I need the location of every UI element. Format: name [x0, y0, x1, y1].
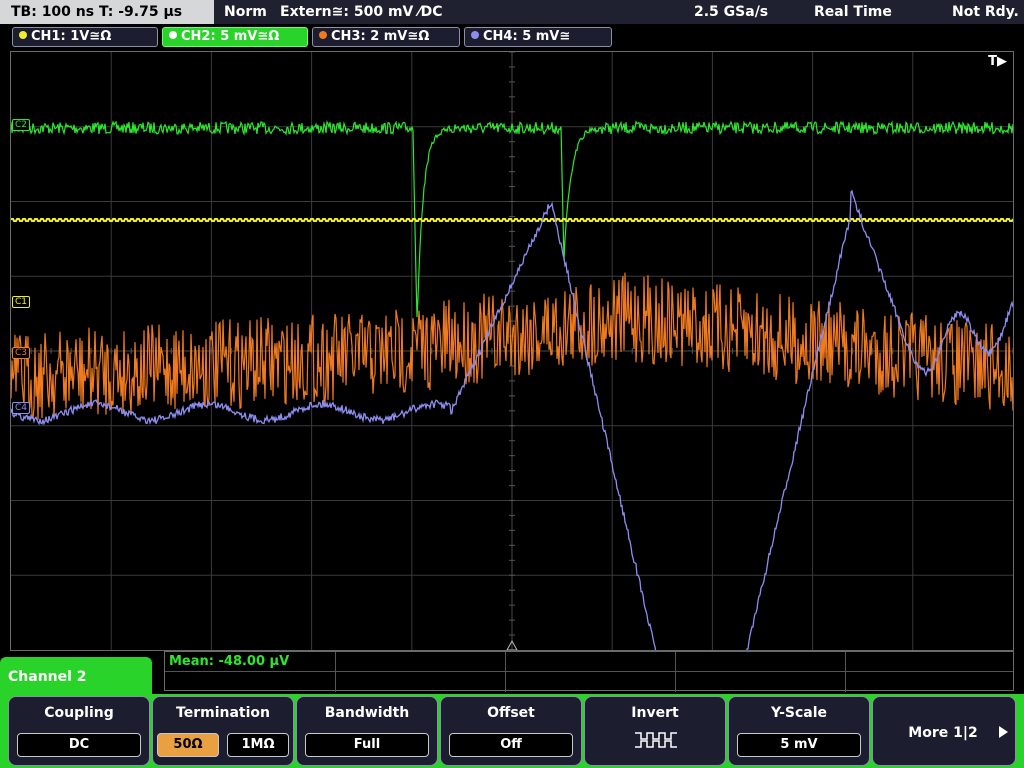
termination-title: Termination	[176, 705, 270, 721]
tab-ch3-label: CH3: 2 mV≅Ω	[331, 29, 430, 44]
tab-ch2[interactable]: CH2: 5 mV≅Ω	[162, 27, 308, 47]
measurement-row	[165, 652, 1013, 672]
ch4-trace	[11, 189, 1013, 650]
trigger-source[interactable]: Extern≅: 500 mV ⁄DC	[280, 0, 442, 24]
meas-divider	[845, 652, 846, 692]
invert-title: Invert	[631, 705, 679, 721]
yscale-softkey[interactable]: Y-Scale 5 mV	[728, 696, 870, 766]
measurement-panel: Mean: -48.00 µV	[164, 651, 1014, 692]
tab-ch3[interactable]: CH3: 2 mV≅Ω	[312, 27, 460, 47]
invert-softkey[interactable]: Invert	[584, 696, 726, 766]
ch3-offset-marker[interactable]: C3	[12, 347, 31, 359]
yscale-title: Y-Scale	[770, 705, 827, 721]
acquisition-status: Not Rdy.	[952, 4, 1019, 20]
ch1-color-dot	[19, 31, 27, 39]
offset-softkey[interactable]: Offset Off	[440, 696, 582, 766]
ch3-trace	[11, 272, 1013, 420]
meas-divider	[675, 652, 676, 692]
coupling-value[interactable]: DC	[17, 733, 141, 757]
waveform-display[interactable]: T▶ C2 C1 C3 C4	[10, 51, 1014, 651]
ch3-color-dot	[319, 31, 327, 39]
bandwidth-softkey[interactable]: Bandwidth Full	[296, 696, 438, 766]
trigger-mode[interactable]: Norm	[224, 0, 267, 24]
tab-ch1[interactable]: CH1: 1V≅Ω	[12, 27, 158, 47]
more-softkey[interactable]: More 1|2	[872, 696, 1016, 766]
trigger-position-flag: T▶	[988, 54, 1007, 69]
meas-divider	[335, 652, 336, 692]
status-bar: TB: 100 ns T: -9.75 µs Norm Extern≅: 500…	[0, 0, 1024, 24]
channel-tabs: CH1: 1V≅Ω CH2: 5 mV≅Ω CH3: 2 mV≅Ω CH4: 5…	[0, 24, 1024, 50]
softkey-bar: Coupling DC Termination 50Ω 1MΩ Bandwidt…	[0, 694, 1024, 768]
mean-measurement: Mean: -48.00 µV	[169, 654, 290, 669]
bandwidth-title: Bandwidth	[324, 705, 410, 721]
timebase-readout[interactable]: TB: 100 ns T: -9.75 µs	[0, 0, 214, 24]
ch1-offset-marker[interactable]: C1	[12, 296, 31, 308]
bandwidth-value[interactable]: Full	[305, 733, 429, 757]
invert-waveform-icon	[635, 732, 677, 748]
acquisition-mode: Real Time	[814, 4, 892, 20]
waveform-traces	[11, 120, 1013, 650]
arrow-right-icon	[999, 726, 1008, 738]
coupling-softkey[interactable]: Coupling DC	[8, 696, 150, 766]
yscale-value[interactable]: 5 mV	[737, 733, 861, 757]
ch2-color-dot	[169, 31, 177, 39]
ch4-color-dot	[471, 31, 479, 39]
offset-value[interactable]: Off	[449, 733, 573, 757]
meas-divider	[505, 652, 506, 692]
tab-ch4[interactable]: CH4: 5 mV≅	[464, 27, 612, 47]
ch1-trace	[11, 218, 1013, 222]
ch4-offset-marker[interactable]: C4	[12, 402, 31, 414]
sample-rate: 2.5 GSa/s	[694, 4, 769, 20]
termination-1-megaohm[interactable]: 1MΩ	[227, 733, 289, 757]
more-label: More 1|2	[908, 725, 978, 741]
termination-softkey[interactable]: Termination 50Ω 1MΩ	[152, 696, 294, 766]
tab-ch2-label: CH2: 5 mV≅Ω	[181, 29, 280, 44]
termination-50-ohm[interactable]: 50Ω	[157, 733, 219, 757]
offset-title: Offset	[487, 705, 535, 721]
tab-ch1-label: CH1: 1V≅Ω	[31, 29, 112, 44]
ch2-offset-marker[interactable]: C2	[12, 119, 31, 131]
coupling-title: Coupling	[44, 705, 114, 721]
tab-ch4-label: CH4: 5 mV≅	[483, 29, 571, 44]
